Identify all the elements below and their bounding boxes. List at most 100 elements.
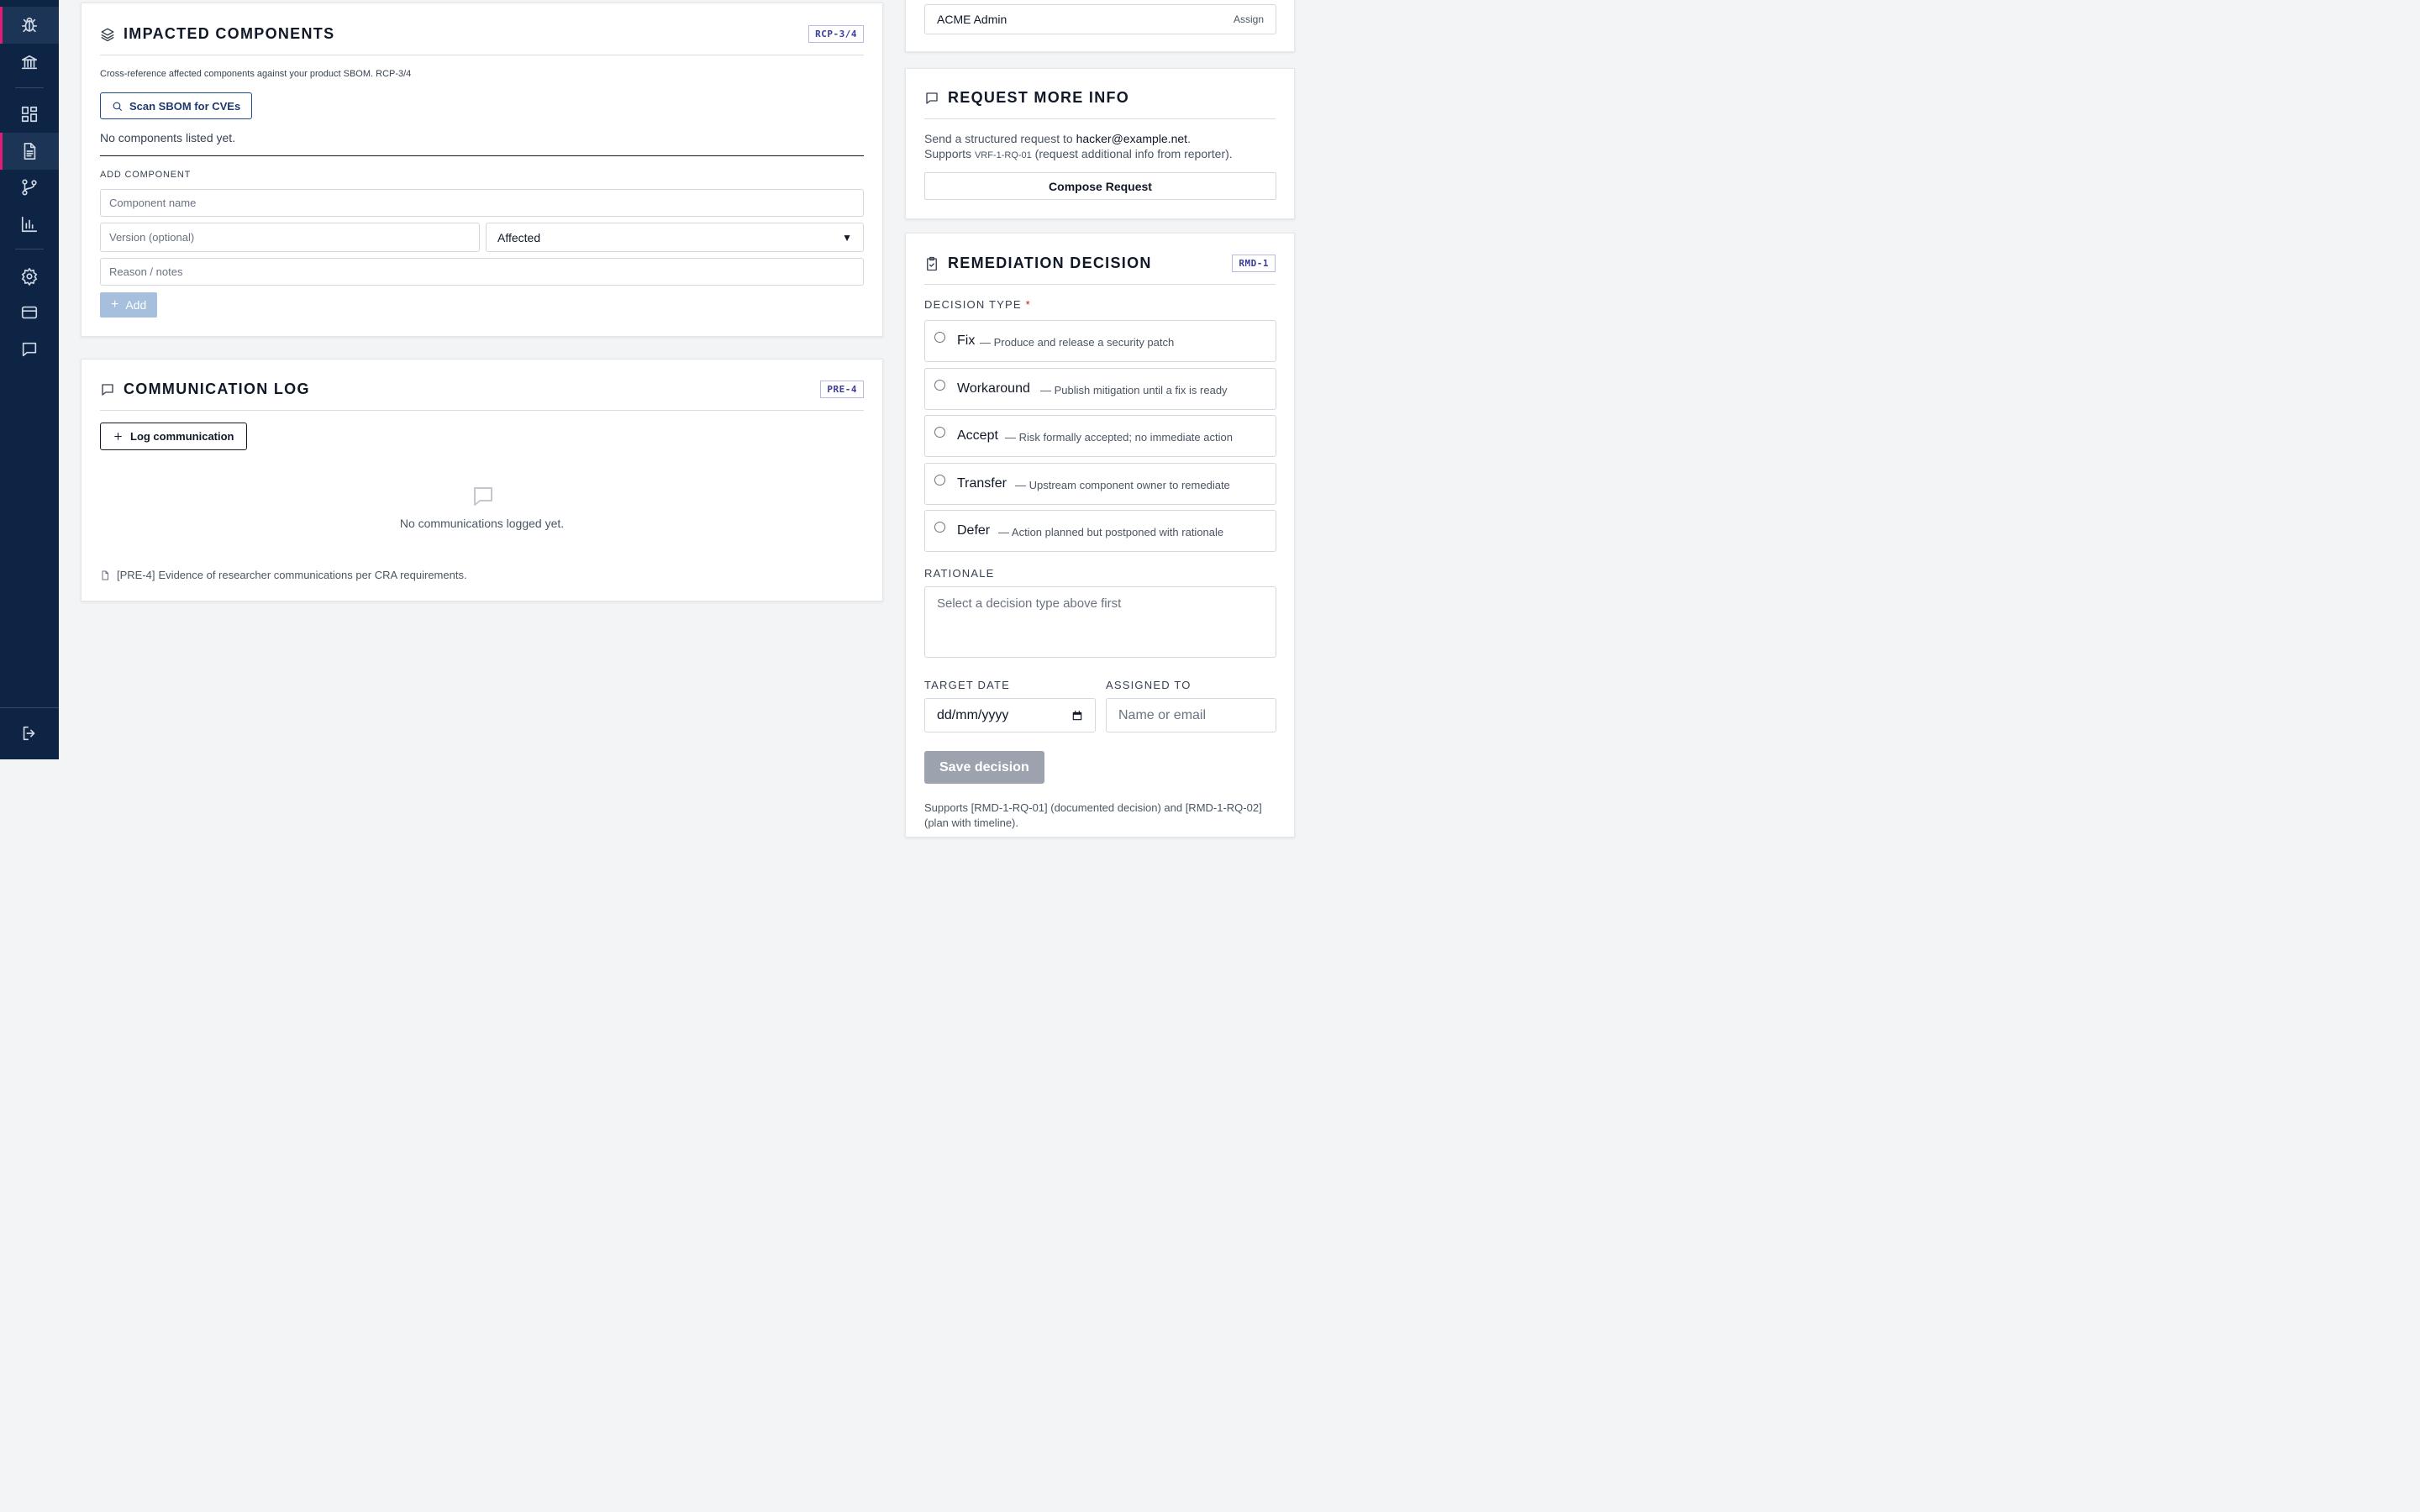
bank-icon [21, 55, 38, 70]
logout-icon [23, 726, 35, 741]
reporter-email: hacker@example.net [1076, 132, 1188, 145]
radio-button[interactable] [934, 332, 945, 343]
decision-option-transfer[interactable]: Transfer — Upstream component owner to r… [924, 463, 1276, 505]
card-header: Request More Info [924, 77, 1276, 119]
chat-icon [471, 484, 496, 513]
remediation-decision-card: Remediation Decision RMD-1 Decision type… [905, 233, 1295, 837]
card-header: Remediation Decision RMD-1 [924, 243, 1276, 285]
sidebar-item-workflow[interactable] [0, 169, 59, 206]
card-title: Impacted Components [124, 25, 335, 42]
plus-icon: + [111, 297, 119, 312]
decision-type-label: Decision type * [924, 298, 1031, 311]
search-icon [112, 101, 123, 112]
card-title: Request More Info [948, 89, 1130, 106]
request-line-1: Send a structured request to hacker@exam… [924, 132, 1191, 145]
card-title: Remediation Decision [948, 255, 1152, 271]
document-icon [24, 143, 36, 160]
option-desc: — Action planned but postponed with rati… [998, 526, 1224, 538]
sidebar-item-vulnerabilities[interactable] [0, 7, 59, 44]
log-communication-button[interactable]: Log communication [100, 423, 247, 450]
sidebar-item-messages[interactable] [0, 331, 59, 368]
assigned-to-label: Assigned to [1106, 679, 1192, 691]
sidebar-item-analytics[interactable] [0, 206, 59, 243]
assignee-name: ACME Admin [937, 13, 1007, 26]
chat-icon [22, 342, 37, 357]
sidebar-item-reports[interactable] [0, 133, 59, 170]
status-select-value: Affected [497, 230, 541, 244]
sidebar-divider [0, 707, 59, 708]
empty-state-text: No communications logged yet. [399, 517, 565, 530]
sidebar-item-dashboard[interactable] [0, 96, 59, 133]
clipboard-check-icon [924, 256, 939, 271]
decision-option-defer[interactable]: Defer — Action planned but postponed wit… [924, 510, 1276, 552]
request-line-2-prefix: Supports [924, 147, 972, 160]
dashboard-icon [21, 106, 38, 123]
impacted-components-card: Impacted Components RCP-3/4 Cross-refere… [81, 3, 883, 337]
radio-button[interactable] [934, 380, 945, 391]
option-desc: — Publish mitigation until a fix is read… [1040, 384, 1228, 396]
option-desc: — Upstream component owner to remediate [1015, 479, 1230, 491]
requirement-badge: RCP-3/4 [808, 25, 864, 43]
footnote-code: [PRE-4] [117, 569, 155, 581]
option-name: Fix [957, 333, 976, 348]
chevron-down-icon: ▼ [842, 231, 852, 244]
option-name: Accept [957, 428, 998, 443]
period: . [1187, 132, 1191, 145]
assign-button[interactable]: Assign [1234, 13, 1264, 25]
sidebar-item-authorities[interactable] [0, 44, 59, 81]
target-date-label: Target date [924, 679, 1011, 691]
card-header: Impacted Components RCP-3/4 [100, 13, 864, 55]
radio-button[interactable] [934, 522, 945, 533]
status-select[interactable]: Affected ▼ [486, 223, 864, 252]
option-desc: — Produce and release a security patch [980, 336, 1175, 349]
empty-state-text: No components listed yet. [100, 131, 236, 144]
scan-sbom-button[interactable]: Scan SBOM for CVEs [100, 92, 253, 119]
divider [100, 155, 864, 156]
version-input[interactable]: Version (optional) [100, 223, 480, 252]
decision-option-accept[interactable]: Accept — Risk formally accepted; no imme… [924, 415, 1276, 457]
bar-chart-icon [21, 216, 38, 233]
request-line-1-prefix: Send a structured request to [924, 132, 1073, 145]
required-marker: * [1025, 298, 1031, 311]
request-info-card: Request More Info Send a structured requ… [905, 68, 1295, 219]
sidebar-item-logout[interactable] [0, 715, 59, 752]
chat-icon [100, 382, 115, 397]
document-icon [100, 570, 110, 581]
decision-type-label-text: Decision type [924, 298, 1022, 311]
footnote-text: Evidence of researcher communications pe… [158, 569, 467, 581]
requirement-code: VRF-1-RQ-01 [974, 150, 1032, 160]
request-line-2-suffix: (request additional info from reporter). [1034, 147, 1233, 160]
remediation-footnote: Supports [RMD-1-RQ-01] (documented decis… [924, 801, 1262, 829]
plus-icon [113, 431, 124, 442]
card-title: Communication Log [124, 381, 310, 397]
assignee-card: ACME Admin Assign [905, 0, 1295, 52]
requirement-badge: RMD-1 [1232, 255, 1276, 272]
date-placeholder: dd/mm/yyyy [937, 707, 1009, 722]
layers-icon [100, 27, 115, 42]
component-name-input[interactable]: Component name [100, 189, 864, 217]
target-date-input[interactable]: dd/mm/yyyy [924, 698, 1096, 732]
compose-request-button[interactable]: Compose Request [924, 172, 1276, 200]
sidebar-divider [15, 87, 44, 88]
radio-button[interactable] [934, 475, 945, 486]
save-decision-button[interactable]: Save decision [924, 751, 1044, 784]
decision-option-fix[interactable]: Fix — Produce and release a security pat… [924, 320, 1276, 362]
sidebar-item-settings[interactable] [0, 258, 59, 295]
calendar-icon[interactable] [1071, 710, 1083, 722]
card-description: Cross-reference affected components agai… [100, 69, 412, 79]
log-communication-label: Log communication [130, 430, 234, 443]
assigned-to-input[interactable]: Name or email [1106, 698, 1276, 732]
add-component-button[interactable]: + Add [100, 292, 158, 318]
credit-card-icon [21, 306, 38, 319]
sidebar-item-billing[interactable] [0, 294, 59, 331]
assignee-row: ACME Admin Assign [924, 4, 1276, 34]
reason-input[interactable]: Reason / notes [100, 258, 864, 286]
rationale-textarea[interactable]: Select a decision type above first [924, 586, 1276, 658]
rationale-label: Rationale [924, 567, 995, 580]
option-name: Workaround [957, 381, 1030, 396]
decision-option-workaround[interactable]: Workaround — Publish mitigation until a … [924, 368, 1276, 410]
requirement-badge: PRE-4 [820, 381, 864, 398]
radio-button[interactable] [934, 427, 945, 438]
add-label: Add [125, 298, 147, 312]
request-line-2: Supports VRF-1-RQ-01 (request additional… [924, 147, 1233, 160]
